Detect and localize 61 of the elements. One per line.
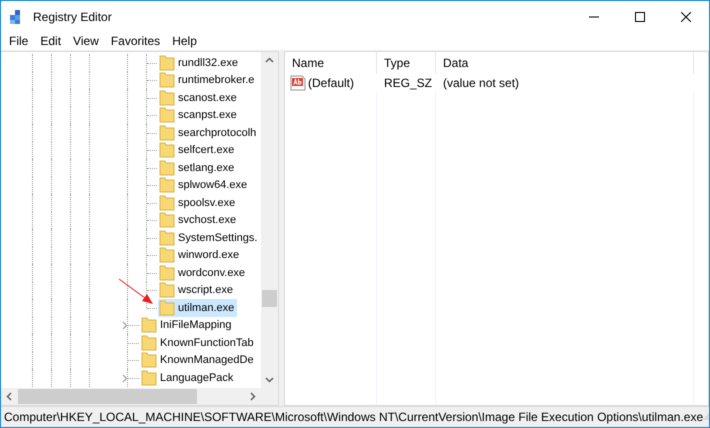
vertical-scrollbar[interactable]	[261, 52, 278, 388]
menu-item[interactable]: Help	[166, 32, 203, 50]
folder-icon	[159, 90, 175, 106]
folder-icon	[159, 54, 175, 71]
status-path: Computer\HKEY_LOCAL_MACHINE\SOFTWARE\Microsoft\Windows NT\CurrentVersion\Image File Execution Options\utilman.exe	[4, 410, 704, 424]
folder-icon	[159, 160, 175, 176]
tree-item[interactable]: wscript.exe	[158, 282, 236, 299]
tree-item[interactable]: SystemSettings.	[158, 229, 260, 246]
column-header[interactable]: Name	[285, 52, 377, 74]
folder-icon	[159, 142, 175, 158]
tree-item[interactable]: LanguagePack	[140, 369, 236, 386]
folder-icon	[159, 282, 175, 298]
scrollbar-thumb[interactable]	[262, 290, 277, 307]
folder-icon	[141, 370, 157, 386]
folder-icon	[141, 334, 157, 351]
folder-icon	[159, 300, 175, 316]
tree-item[interactable]: utilman.exe	[158, 299, 238, 316]
folder-icon	[159, 124, 175, 141]
tree-item[interactable]: svchost.exe	[158, 212, 240, 229]
horizontal-scrollbar[interactable]	[1, 388, 261, 405]
tree-item[interactable]: splwow64.exe	[158, 176, 250, 194]
tree-item[interactable]: KnownManagedDe	[140, 352, 257, 369]
tree-item[interactable]: rundll32.exe	[158, 54, 241, 72]
menu-item[interactable]: Favorites	[104, 32, 166, 50]
window-title: Registry Editor	[33, 10, 113, 24]
scrollbar-thumb[interactable]	[18, 389, 197, 404]
tree-item[interactable]: searchprotocolh	[158, 124, 260, 142]
folder-icon	[159, 194, 175, 211]
folder-icon	[159, 230, 175, 246]
menu-item[interactable]: Edit	[34, 32, 68, 50]
column-header[interactable]: Type	[377, 52, 436, 74]
expand-chevron-icon[interactable]	[122, 321, 128, 330]
tree-item[interactable]: winword.exe	[158, 246, 242, 264]
folder-icon	[159, 247, 175, 264]
folder-icon	[159, 107, 175, 124]
tree-item[interactable]: selfcert.exe	[158, 142, 238, 159]
value-name: (Default)	[308, 76, 354, 90]
menu-item[interactable]: View	[67, 32, 105, 50]
tree-item[interactable]: KnownFunctionTab	[140, 334, 257, 352]
tree-item[interactable]: runtimebroker.e	[158, 72, 258, 89]
folder-icon	[159, 212, 175, 228]
annotation-arrow	[118, 278, 154, 306]
folder-icon	[141, 352, 157, 368]
tree-item[interactable]: wordconv.exe	[158, 264, 248, 282]
tree-item[interactable]: setlang.exe	[158, 159, 238, 176]
tree-item[interactable]: scanost.exe	[158, 89, 240, 106]
close-icon	[681, 12, 691, 22]
tree-item[interactable]: scanpst.exe	[158, 106, 240, 124]
menu-item[interactable]: File	[3, 32, 34, 50]
value-type: REG_SZ	[384, 76, 432, 90]
folder-icon	[141, 317, 157, 334]
expand-chevron-icon[interactable]	[122, 374, 128, 383]
string-value-icon	[290, 75, 306, 91]
tree-item[interactable]: IniFileMapping	[140, 316, 235, 334]
maximize-icon	[635, 12, 645, 22]
folder-icon	[159, 264, 175, 281]
tree-item[interactable]: spoolsv.exe	[158, 194, 238, 212]
folder-icon	[159, 72, 175, 88]
value-data: (value not set)	[443, 76, 520, 90]
column-header[interactable]: Data	[436, 52, 694, 74]
folder-icon	[159, 177, 175, 194]
